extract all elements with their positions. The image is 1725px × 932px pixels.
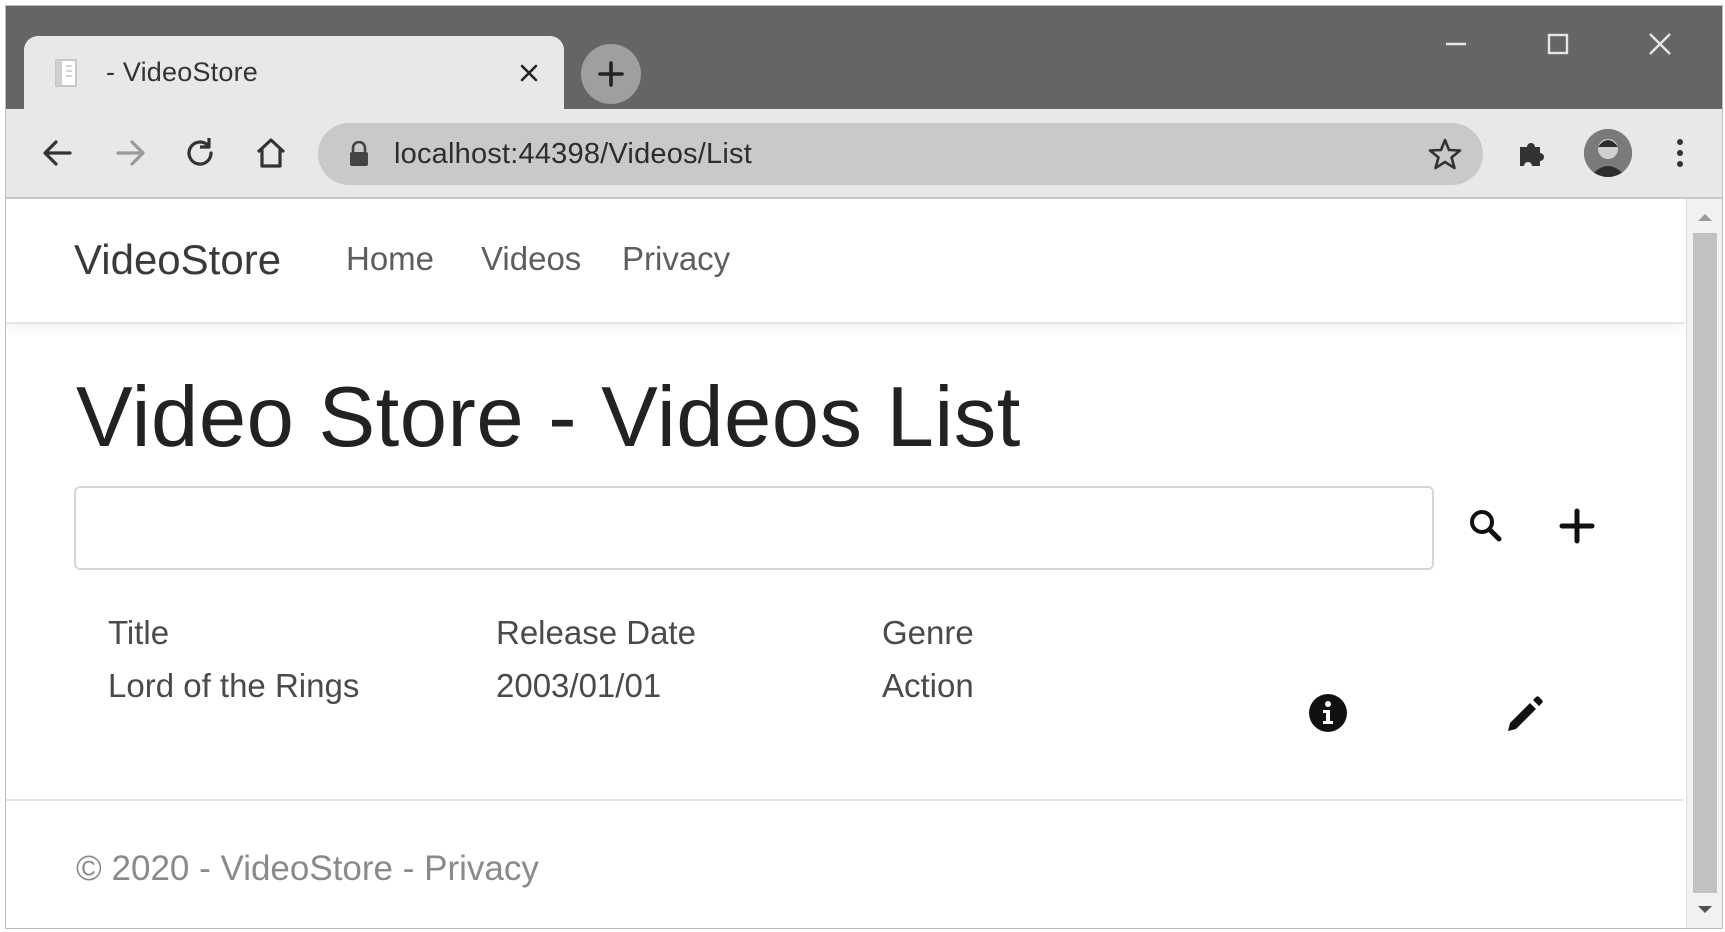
site-navbar: VideoStore Home Videos Privacy [6,199,1684,324]
pencil-icon[interactable] [1498,687,1546,735]
footer-text: © 2020 - VideoStore - Privacy [76,849,539,888]
profile-avatar[interactable] [1584,129,1632,177]
cell-genre: Action [882,667,974,704]
column-header-release-date: Release Date [496,614,696,651]
nav-link-videos[interactable]: Videos [481,240,581,278]
minimize-icon[interactable] [1436,24,1476,64]
page-icon [52,58,82,88]
browser-window: - VideoStore localhost:44398/Videos/List… [5,5,1723,929]
page-viewport: VideoStore Home Videos Privacy Video Sto… [6,199,1722,928]
cell-release-date: 2003/01/01 [496,667,662,704]
scroll-down-arrow-icon[interactable] [1696,904,1714,916]
column-header-genre: Genre [882,614,974,651]
scrollbar-thumb[interactable] [1693,233,1717,893]
cell-title: Lord of the Rings [108,667,360,704]
tab-strip: - VideoStore [6,6,1722,109]
column-header-title: Title [108,614,170,651]
address-bar[interactable]: localhost:44398/Videos/List [318,123,1483,185]
search-input[interactable] [74,486,1434,570]
tab-videostore[interactable]: - VideoStore [24,36,564,109]
nav-link-privacy[interactable]: Privacy [622,240,730,278]
search-icon[interactable] [1462,502,1510,550]
scroll-up-arrow-icon[interactable] [1696,211,1714,223]
reload-icon[interactable] [178,131,222,175]
url-text[interactable]: localhost:44398/Videos/List [394,138,752,171]
maximize-icon[interactable] [1538,24,1578,64]
close-icon[interactable] [1640,24,1680,64]
back-arrow-icon[interactable] [36,131,80,175]
lock-icon[interactable] [348,140,370,167]
tab-title: - VideoStore [106,57,258,87]
footer-divider [6,799,1684,801]
info-circle-icon[interactable] [1304,689,1352,737]
vertical-scrollbar[interactable] [1686,199,1722,928]
browser-toolbar: localhost:44398/Videos/List [6,109,1722,199]
extensions-puzzle-icon[interactable] [1510,131,1554,175]
new-tab-button[interactable] [581,44,641,104]
home-icon[interactable] [249,131,293,175]
plus-icon[interactable] [1553,502,1601,550]
close-icon[interactable] [514,58,544,88]
nav-link-home[interactable]: Home [346,240,434,278]
star-icon[interactable] [1428,137,1462,171]
kebab-menu-icon[interactable] [1658,131,1702,175]
plus-icon [598,61,624,87]
brand-link[interactable]: VideoStore [74,236,281,284]
page-title: Video Store - Videos List [76,370,1021,465]
forward-arrow-icon[interactable] [108,131,152,175]
